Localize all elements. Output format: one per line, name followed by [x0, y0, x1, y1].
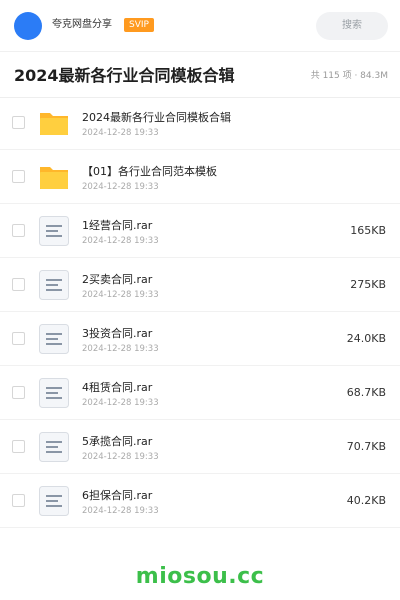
item-date: 2024-12-28 19:33 — [82, 452, 159, 462]
row-checkbox[interactable] — [12, 494, 25, 507]
item-name[interactable]: 3投资合同.rar — [82, 326, 152, 342]
list-item[interactable]: 4租赁合同.rar 2024-12-28 19:33 68.7KB — [0, 366, 400, 420]
folder-icon — [38, 107, 70, 139]
list-item[interactable]: 【01】各行业合同范本模板 2024-12-28 19:33 — [0, 150, 400, 204]
item-name[interactable]: 4租赁合同.rar — [82, 380, 152, 396]
list-item[interactable]: 2024最新各行业合同模板合辑 2024-12-28 19:33 — [0, 96, 400, 150]
user-name[interactable]: 夸克网盘分享 — [52, 17, 112, 33]
item-date: 2024-12-28 19:33 — [82, 506, 159, 516]
title-row: 2024最新各行业合同模板合辑 共 115 项 · 84.3M — [0, 52, 400, 98]
row-checkbox[interactable] — [12, 170, 25, 183]
list-item[interactable]: 3投资合同.rar 2024-12-28 19:33 24.0KB — [0, 312, 400, 366]
item-name[interactable]: 5承揽合同.rar — [82, 434, 152, 450]
file-icon — [38, 215, 70, 247]
row-checkbox[interactable] — [12, 116, 25, 129]
row-checkbox[interactable] — [12, 278, 25, 291]
top-bar: 夸克网盘分享 SVIP 搜索 — [0, 0, 400, 52]
item-size: 275KB — [350, 278, 386, 291]
item-name[interactable]: 1经营合同.rar — [82, 218, 152, 234]
file-icon — [38, 431, 70, 463]
item-name[interactable]: 6担保合同.rar — [82, 488, 152, 504]
search-input[interactable]: 搜索 — [316, 12, 388, 40]
item-size: 165KB — [350, 224, 386, 237]
item-date: 2024-12-28 19:33 — [82, 236, 159, 246]
item-date: 2024-12-28 19:33 — [82, 128, 159, 138]
page-title: 2024最新各行业合同模板合辑 — [14, 66, 235, 85]
item-size: 68.7KB — [346, 386, 386, 399]
svip-badge: SVIP — [124, 18, 154, 32]
item-size: 24.0KB — [346, 332, 386, 345]
list-item[interactable]: 2买卖合同.rar 2024-12-28 19:33 275KB — [0, 258, 400, 312]
file-icon — [38, 269, 70, 301]
row-checkbox[interactable] — [12, 332, 25, 345]
item-date: 2024-12-28 19:33 — [82, 290, 159, 300]
item-name[interactable]: 2买卖合同.rar — [82, 272, 152, 288]
list-item[interactable]: 5承揽合同.rar 2024-12-28 19:33 70.7KB — [0, 420, 400, 474]
avatar[interactable] — [14, 12, 42, 40]
watermark-text: miosou.cc — [135, 564, 265, 589]
row-checkbox[interactable] — [12, 224, 25, 237]
file-icon — [38, 485, 70, 517]
item-summary: 共 115 项 · 84.3M — [310, 71, 388, 81]
item-date: 2024-12-28 19:33 — [82, 344, 159, 354]
item-name[interactable]: 【01】各行业合同范本模板 — [82, 164, 217, 180]
row-checkbox[interactable] — [12, 440, 25, 453]
list-item[interactable]: 6担保合同.rar 2024-12-28 19:33 40.2KB — [0, 474, 400, 528]
folder-icon — [38, 161, 70, 193]
item-name[interactable]: 2024最新各行业合同模板合辑 — [82, 110, 231, 126]
item-date: 2024-12-28 19:33 — [82, 398, 159, 408]
file-icon — [38, 323, 70, 355]
item-size: 40.2KB — [346, 494, 386, 507]
item-size: 70.7KB — [346, 440, 386, 453]
row-checkbox[interactable] — [12, 386, 25, 399]
item-date: 2024-12-28 19:33 — [82, 182, 159, 192]
list-item[interactable]: 1经营合同.rar 2024-12-28 19:33 165KB — [0, 204, 400, 258]
file-list: 2024最新各行业合同模板合辑 2024-12-28 19:33 【01】各行业合同… — [0, 96, 400, 528]
file-icon — [38, 377, 70, 409]
